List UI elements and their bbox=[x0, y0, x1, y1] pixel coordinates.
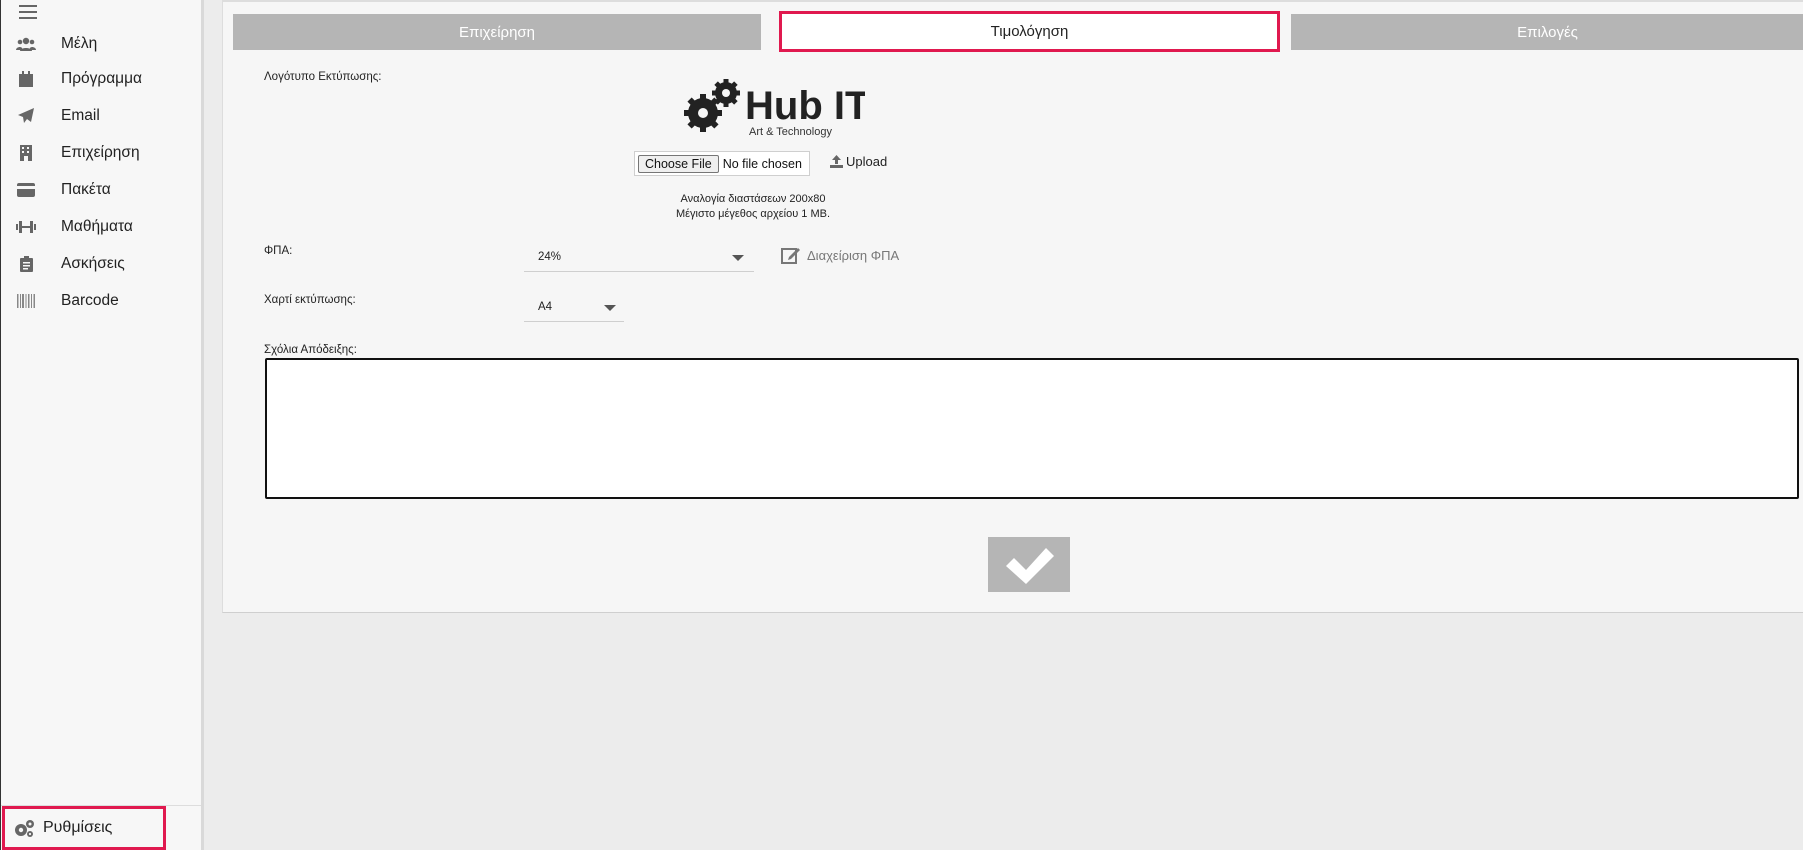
logo-file-input[interactable]: Choose File No file chosen bbox=[634, 151, 810, 176]
sidebar-item-schedule[interactable]: Πρόγραμμα bbox=[1, 62, 201, 96]
paper-select[interactable]: A4 bbox=[524, 292, 624, 322]
upload-button[interactable]: Upload bbox=[830, 154, 887, 169]
sidebar-item-exercises[interactable]: Ασκήσεις bbox=[1, 247, 201, 281]
sidebar-item-label: Επιχείρηση bbox=[61, 144, 140, 161]
sidebar-item-email[interactable]: Email bbox=[1, 99, 201, 133]
vat-label: ΦΠΑ: bbox=[264, 245, 293, 257]
tab-business[interactable]: Επιχείρηση bbox=[233, 14, 761, 50]
edit-icon bbox=[781, 248, 800, 264]
paper-plane-icon bbox=[16, 106, 36, 126]
users-icon bbox=[16, 34, 36, 54]
manage-vat-button[interactable]: Διαχείριση ΦΠΑ bbox=[781, 246, 899, 264]
tab-billing[interactable]: Τιμολόγηση bbox=[779, 11, 1280, 52]
manage-vat-label: Διαχείριση ΦΠΑ bbox=[807, 247, 900, 263]
sidebar-item-members[interactable]: Μέλη bbox=[1, 27, 201, 61]
paper-value: A4 bbox=[538, 301, 553, 313]
chevron-down-icon bbox=[604, 305, 616, 311]
vat-select[interactable]: 24% bbox=[524, 242, 754, 272]
chevron-down-icon bbox=[732, 255, 744, 261]
building-icon bbox=[16, 143, 36, 163]
logo-label: Λογότυπο Εκτύπωσης: bbox=[264, 71, 382, 83]
upload-label: Upload bbox=[846, 154, 888, 169]
sidebar-item-business[interactable]: Επιχείρηση bbox=[1, 136, 201, 170]
paper-label: Χαρτί εκτύπωσης: bbox=[264, 294, 356, 306]
logo-tagline: Art & Technology bbox=[749, 126, 832, 138]
sidebar: Μέλη Πρόγραμμα Email Επιχείρηση Πακέτα Μ… bbox=[0, 0, 204, 850]
sidebar-item-label: Ασκήσεις bbox=[61, 255, 125, 272]
clipboard-icon bbox=[16, 254, 36, 274]
sidebar-item-barcode[interactable]: Barcode bbox=[1, 284, 201, 318]
checkmark-icon bbox=[1006, 547, 1054, 584]
barcode-icon bbox=[16, 291, 36, 311]
hamburger-menu-icon[interactable] bbox=[19, 5, 37, 21]
sidebar-item-packages[interactable]: Πακέτα bbox=[1, 173, 201, 207]
logo-ratio-hint: Αναλογία διαστάσεων 200x80 bbox=[680, 193, 826, 205]
gears-icon bbox=[13, 819, 35, 839]
save-button[interactable] bbox=[988, 537, 1070, 592]
sidebar-item-label: Μαθήματα bbox=[61, 218, 133, 235]
sidebar-item-label: Πρόγραμμα bbox=[61, 70, 142, 87]
settings-label: Ρυθμίσεις bbox=[43, 819, 113, 836]
vat-value: 24% bbox=[538, 251, 562, 263]
sidebar-item-classes[interactable]: Μαθήματα bbox=[1, 210, 201, 244]
sidebar-item-label: Μέλη bbox=[61, 35, 98, 52]
billing-settings-panel: Επιχείρηση Τιμολόγηση Επιλογές Λογότυπο … bbox=[222, 0, 1803, 613]
sidebar-item-label: Email bbox=[61, 107, 100, 124]
company-logo: Hub IT Art & Technology bbox=[681, 75, 869, 141]
dumbbell-icon bbox=[16, 217, 36, 237]
top-strip bbox=[223, 0, 1803, 2]
comments-label: Σχόλια Απόδειξης: bbox=[264, 344, 357, 356]
sidebar-item-label: Πακέτα bbox=[61, 181, 111, 198]
credit-card-icon bbox=[16, 180, 36, 200]
receipt-comments-textarea[interactable] bbox=[265, 358, 1799, 499]
sidebar-item-label: Barcode bbox=[61, 292, 119, 309]
file-status: No file chosen bbox=[722, 156, 802, 171]
logo-wordmark: Hub IT bbox=[745, 84, 865, 128]
choose-file-button[interactable]: Choose File bbox=[638, 154, 719, 173]
tab-options[interactable]: Επιλογές bbox=[1291, 14, 1803, 50]
upload-icon bbox=[830, 155, 843, 168]
logo-size-hint: Μέγιστο μέγεθος αρχείου 1 MB. bbox=[675, 208, 831, 220]
sidebar-item-settings[interactable]: Ρυθμίσεις bbox=[2, 806, 166, 850]
calendar-icon bbox=[16, 69, 36, 89]
